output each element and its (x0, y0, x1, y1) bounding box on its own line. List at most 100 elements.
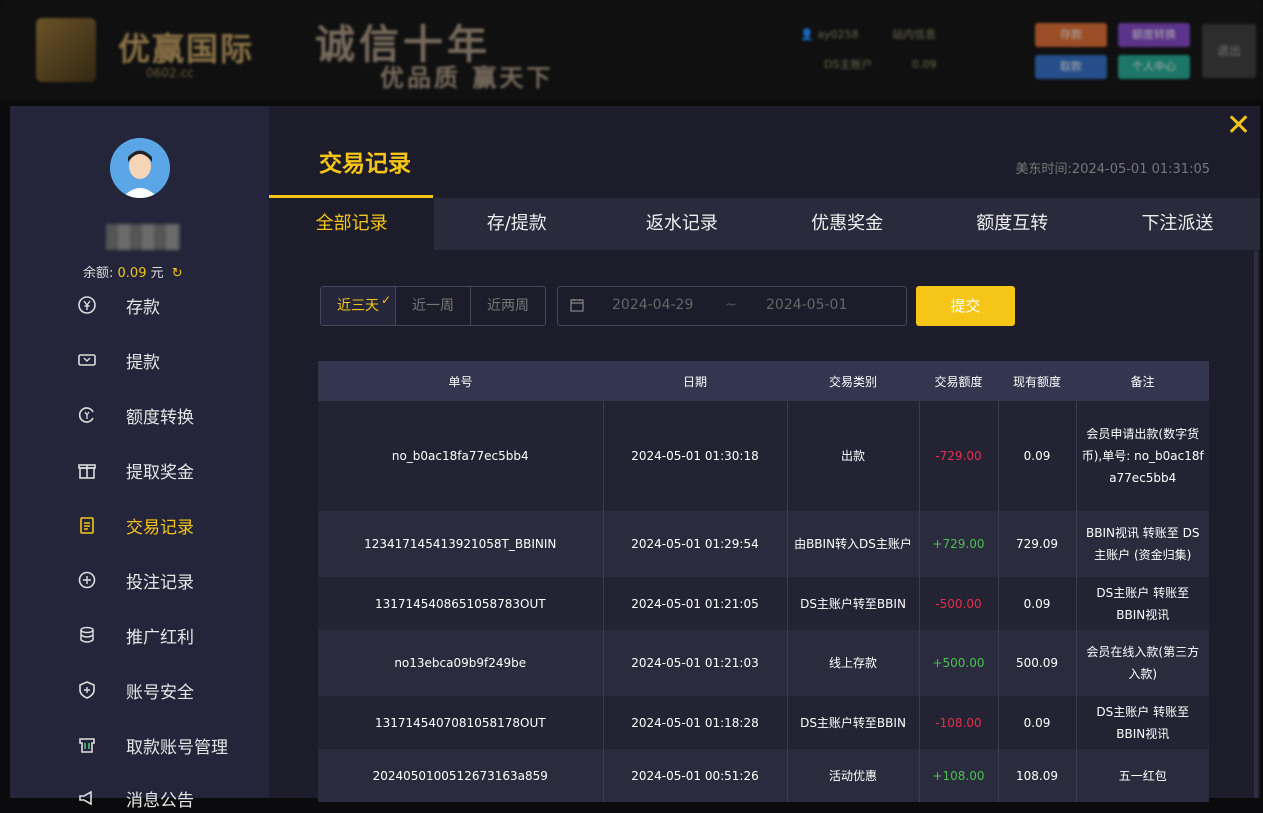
tab-rebate[interactable]: 返水记录 (599, 198, 764, 250)
table-row: 123417145413921058T_BBININ 2024-05-01 01… (318, 511, 1209, 577)
record-tabs: 全部记录 存/提款 返水记录 优惠奖金 额度互转 下注派送 (269, 198, 1260, 250)
sidebar-item-security[interactable]: 账号安全 (76, 675, 256, 705)
date-from[interactable]: 2024-04-29 (612, 297, 693, 313)
close-icon[interactable]: ✕ (1226, 111, 1251, 141)
submit-button[interactable]: 提交 (916, 286, 1015, 326)
date-to[interactable]: 2024-05-01 (766, 297, 847, 313)
date-picker[interactable]: 2024-04-29 ~ 2024-05-01 (557, 286, 907, 326)
cell-type: DS主账户转至BBIN (786, 577, 919, 630)
sidebar-item-bonus[interactable]: 提取奖金 (76, 455, 256, 485)
sidebar-item-label: 投注记录 (126, 572, 194, 593)
account-sidebar: 余额: 0.09 元 ↻ 存款 提款 额度转换 提取奖金 交易记录 投注记录 推… (10, 106, 269, 811)
est-time: 美东时间:2024-05-01 01:31:05 (1016, 158, 1210, 177)
cell-amount: +729.00 (918, 511, 998, 577)
header-logout-button[interactable]: 退出 (1202, 24, 1256, 78)
range-2-weeks[interactable]: 近两周 (471, 287, 545, 325)
exchange-icon (76, 404, 98, 426)
tab-promo[interactable]: 优惠奖金 (765, 198, 930, 250)
card-icon (76, 734, 98, 756)
scrollbar[interactable] (1254, 251, 1258, 798)
cell-date: 2024-05-01 01:18:28 (602, 696, 787, 749)
cell-id: 1317145408651058783OUT (318, 577, 603, 630)
balance-label: 余额: (83, 266, 114, 281)
col-amount: 交易额度 (919, 361, 998, 401)
cell-type: 线上存款 (786, 630, 919, 696)
logo-name: 优赢国际 (118, 30, 255, 68)
calendar-icon (570, 298, 584, 316)
sidebar-item-label: 账号安全 (126, 682, 194, 703)
site-logo: 优赢国际 0602.cc (36, 18, 276, 84)
cell-amount: -108.00 (918, 696, 998, 749)
sidebar-item-transfer[interactable]: 额度转换 (76, 400, 256, 430)
time-label: 美东时间: (1015, 162, 1072, 177)
cell-date: 2024-05-01 01:29:54 (602, 511, 787, 577)
sidebar-item-withdraw[interactable]: 提款 (76, 345, 256, 375)
coins-icon (76, 624, 98, 646)
sidebar-item-label: 交易记录 (126, 517, 194, 538)
tab-deposit-withdraw[interactable]: 存/提款 (434, 198, 599, 250)
sidebar-item-messages[interactable]: 消息公告 (76, 783, 256, 813)
cell-note: 五一红包 (1075, 749, 1209, 802)
cell-date: 2024-05-01 01:21:05 (602, 577, 787, 630)
sidebar-item-label: 额度转换 (126, 407, 194, 428)
page-title: 交易记录 (319, 151, 411, 177)
sidebar-item-label: 提取奖金 (126, 462, 194, 483)
refresh-icon[interactable]: ↻ (172, 266, 183, 281)
header-inbox[interactable]: 站内信息 (892, 28, 936, 41)
header-deposit-button[interactable]: 存款 (1035, 23, 1107, 47)
header-withdraw-button[interactable]: 取款 (1035, 55, 1107, 79)
tab-all[interactable]: 全部记录 (269, 198, 435, 250)
logo-mark-icon (36, 18, 96, 82)
shield-icon (76, 679, 98, 701)
table-header: 单号 日期 交易类别 交易额度 现有额度 备注 (318, 361, 1209, 401)
table-row: 20240501005126731​63a859 2024-05-01 00:5… (318, 749, 1209, 802)
sidebar-item-deposit[interactable]: 存款 (76, 290, 256, 320)
tab-transfer[interactable]: 额度互转 (930, 198, 1095, 250)
sidebar-item-bets[interactable]: 投注记录 (76, 565, 256, 595)
avatar (110, 138, 170, 198)
ticket-icon (76, 349, 98, 371)
table-row: 1317145408651058783OUT 2024-05-01 01:21:… (318, 577, 1209, 630)
cell-note: 会员在线入款(第三方入款) (1075, 630, 1209, 696)
cell-note: BBIN视讯 转账至 DS主账户 (资金归集) (1075, 511, 1209, 577)
sidebar-item-label: 提款 (126, 352, 160, 373)
table-row: no_b0ac18fa77ec5bb4 2024-05-01 01:30:18 … (318, 401, 1209, 511)
table-row: no13ebca09b9f249be 2024-05-01 01:21:03 线… (318, 630, 1209, 696)
cell-note: DS主账户 转账至 BBIN视讯 (1075, 696, 1209, 749)
header-center-button[interactable]: 个人中心 (1118, 55, 1190, 79)
sidebar-item-label: 取款账号管理 (126, 737, 228, 758)
sidebar-item-records[interactable]: 交易记录 (76, 510, 256, 540)
cell-id: 1317145407081058178OUT (318, 696, 603, 749)
sidebar-item-accounts[interactable]: 取款账号管理 (76, 730, 256, 760)
username-masked (106, 224, 180, 250)
clipboard-icon (76, 514, 98, 536)
cell-id: no13ebca09b9f249be (318, 630, 603, 696)
cell-note: DS主账户 转账至 BBIN视讯 (1075, 577, 1209, 630)
sidebar-item-promo[interactable]: 推广红利 (76, 620, 256, 650)
user-icon: 👤 (800, 28, 814, 41)
col-note: 备注 (1076, 361, 1209, 401)
cell-amount: -729.00 (918, 401, 998, 511)
balance: 余额: 0.09 元 ↻ (83, 262, 183, 281)
megaphone-icon (76, 787, 98, 809)
header-wallet-balance: 0.09 (911, 58, 937, 71)
yen-circle-icon (76, 294, 98, 316)
cell-balance: 500.09 (997, 630, 1076, 696)
col-id: 单号 (318, 361, 603, 401)
col-date: 日期 (603, 361, 787, 401)
cell-id: 123417145413921058T_BBININ (318, 511, 603, 577)
cell-amount: +108.00 (918, 749, 998, 802)
cell-type: 出款 (786, 401, 919, 511)
header-user: 👤 ay0258 站内信息 DS主账户 0.09 (800, 26, 936, 72)
sidebar-item-label: 推广红利 (126, 627, 194, 648)
cell-note: 会员申请出款(数字货币),单号: no_b0ac18fa77ec5bb4 (1075, 401, 1209, 511)
cell-id: 20240501005126731​63a859 (318, 749, 603, 802)
col-type: 交易类别 (787, 361, 919, 401)
time-value: 2024-05-01 01:31:05 (1071, 162, 1210, 177)
cell-amount: +500.00 (918, 630, 998, 696)
cell-balance: 108.09 (997, 749, 1076, 802)
tab-bet-rewards[interactable]: 下注派送 (1095, 198, 1260, 250)
range-1-week[interactable]: 近一周 (396, 287, 471, 325)
range-3-days[interactable]: 近三天 (321, 281, 396, 325)
header-transfer-button[interactable]: 额度转换 (1118, 23, 1190, 47)
